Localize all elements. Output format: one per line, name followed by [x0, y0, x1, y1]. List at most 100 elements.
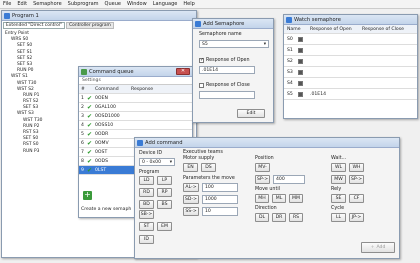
menu-item-subprogram[interactable]: Subprogram [68, 1, 99, 7]
watch-checkbox[interactable] [298, 58, 303, 64]
dr-button[interactable]: DR [272, 213, 286, 222]
addsem-title: Add Semaphore [203, 20, 245, 27]
ml-button[interactable]: ML [272, 194, 286, 203]
watch-checkbox[interactable] [298, 36, 303, 42]
prog-button-bs[interactable]: BS [157, 200, 172, 209]
wl-button[interactable]: WL [331, 163, 346, 172]
menu-item-file[interactable]: File [3, 1, 11, 7]
row-command: 0OSD1000 [95, 113, 120, 119]
menu-item-semaphore[interactable]: Semaphore [33, 1, 62, 7]
check-icon: ✔ [87, 166, 93, 174]
watch-checkbox[interactable] [298, 91, 303, 97]
en-button[interactable]: EN [183, 163, 198, 172]
mm-button[interactable]: MM [289, 194, 303, 203]
add-queue-button[interactable]: + [83, 191, 92, 200]
param-button-ss[interactable]: SS-> [183, 207, 199, 216]
menu-item-language[interactable]: Language [153, 1, 178, 7]
sp-input[interactable]: 400 [273, 175, 305, 184]
open-response-input[interactable]: .01E14 [199, 66, 255, 74]
queue-row[interactable]: 3 ✔ 0OSD1000 [79, 112, 192, 121]
semaphore-name-select[interactable]: S5 ▾ [199, 40, 269, 48]
prog-button-sb[interactable]: SB-> [139, 210, 154, 219]
tab-controller[interactable]: Controller program [66, 22, 114, 29]
watch-row[interactable]: S0 [284, 34, 417, 45]
col-num: # [81, 86, 85, 92]
program-label: Program [139, 170, 160, 175]
add-button[interactable]: + Add [361, 242, 395, 253]
queue-row[interactable]: 1 ✔ 0OEN [79, 94, 192, 103]
prog-button-rp[interactable]: RP [157, 188, 172, 197]
rs-button[interactable]: RS [289, 213, 303, 222]
wh-button[interactable]: WH [349, 163, 364, 172]
watch-row[interactable]: S5 .01E14 [284, 89, 417, 100]
close-icon[interactable]: ✕ [176, 68, 190, 75]
param-button-al[interactable]: AL-> [183, 183, 199, 192]
queue-row[interactable]: 2 ✔ 0GAL100 [79, 103, 192, 112]
sp-button[interactable]: SP-> [255, 175, 270, 184]
prog-button-bd[interactable]: BD [139, 200, 154, 209]
id-button[interactable]: ID [139, 235, 154, 244]
close-label: Response of Close [206, 83, 250, 88]
params-label: Parameters the move [183, 176, 235, 181]
program-titlebar: Program 1 [2, 11, 196, 21]
prog-button-rd[interactable]: RD [139, 188, 154, 197]
add-semaphore-window: Add Semaphore Semaphore name S5 ▾ ✓ Respon… [192, 18, 274, 123]
em-button[interactable]: EM [157, 222, 172, 231]
watch-checkbox[interactable] [298, 47, 303, 53]
mw-button[interactable]: MW [331, 175, 346, 184]
queue-row[interactable]: 4 ✔ 0OSS10 [79, 121, 192, 130]
device-select[interactable]: 0 - 0x00 ▾ [139, 158, 175, 166]
watch-row[interactable]: S4 [284, 78, 417, 89]
menu-item-window[interactable]: Window [127, 1, 147, 7]
ll-button[interactable]: LL [331, 213, 346, 222]
prog-button-ld[interactable]: LD [139, 176, 154, 185]
cf-button[interactable]: CF [349, 194, 364, 203]
jp-button[interactable]: JP-> [349, 213, 364, 222]
row-num: 1 [81, 95, 84, 101]
rely-label: Rely [331, 187, 342, 192]
semaphore-name-label: Semaphore name [199, 32, 242, 37]
col-name: Name [287, 26, 301, 32]
device-label: Device ID [139, 151, 163, 156]
dl-button[interactable]: DL [255, 213, 269, 222]
watch-row[interactable]: S3 [284, 67, 417, 78]
watch-icon [286, 16, 292, 23]
open-checkbox[interactable]: ✓ [199, 57, 204, 63]
watch-name: S4 [287, 80, 293, 86]
col-open: Response of Open [310, 26, 352, 32]
watch-checkbox[interactable] [298, 69, 303, 75]
watch-checkbox[interactable] [298, 80, 303, 86]
se-button[interactable]: SE [331, 194, 346, 203]
edit-button[interactable]: Edit [237, 109, 265, 118]
sp2-button[interactable]: SP-> [349, 175, 364, 184]
menu-item-help[interactable]: Help [183, 1, 194, 7]
param-input[interactable]: 1000 [202, 195, 238, 204]
st-button[interactable]: ST [139, 222, 154, 231]
watch-row[interactable]: S1 [284, 45, 417, 56]
row-command: 0OEN [95, 95, 108, 101]
mh-button[interactable]: MH [255, 194, 269, 203]
row-num: 6 [81, 140, 84, 146]
program-title: Program 1 [12, 12, 39, 19]
param-input[interactable]: 100 [202, 183, 238, 192]
menu-bar: File Edit Semaphore Subprogram Queue Window La… [0, 0, 420, 9]
add-command-icon [137, 139, 143, 146]
param-input[interactable]: 10 [202, 207, 238, 216]
chevron-down-icon: ▾ [263, 41, 266, 47]
menu-item-edit[interactable]: Edit [17, 1, 27, 7]
row-num: 7 [81, 149, 84, 155]
watch-row[interactable]: S2 [284, 56, 417, 67]
close-response-input[interactable] [199, 91, 255, 99]
menu-item-queue[interactable]: Queue [105, 1, 121, 7]
queue-titlebar: Command queue ✕ [79, 67, 192, 77]
watch-semaphore-window: Watch semaphore Name Response of Open Re… [283, 14, 418, 119]
tab-extended[interactable]: Extended "Direct control" [3, 22, 66, 29]
row-command: 0LST [95, 167, 107, 173]
close-checkbox[interactable] [199, 83, 204, 88]
ds-button[interactable]: DS [201, 163, 216, 172]
param-button-sd[interactable]: SD-> [183, 195, 199, 204]
addcmd-title: Add command [145, 139, 183, 146]
prog-button-lp[interactable]: LP [157, 176, 172, 185]
mv-button[interactable]: MV- [255, 163, 270, 172]
program-icon [4, 12, 10, 19]
